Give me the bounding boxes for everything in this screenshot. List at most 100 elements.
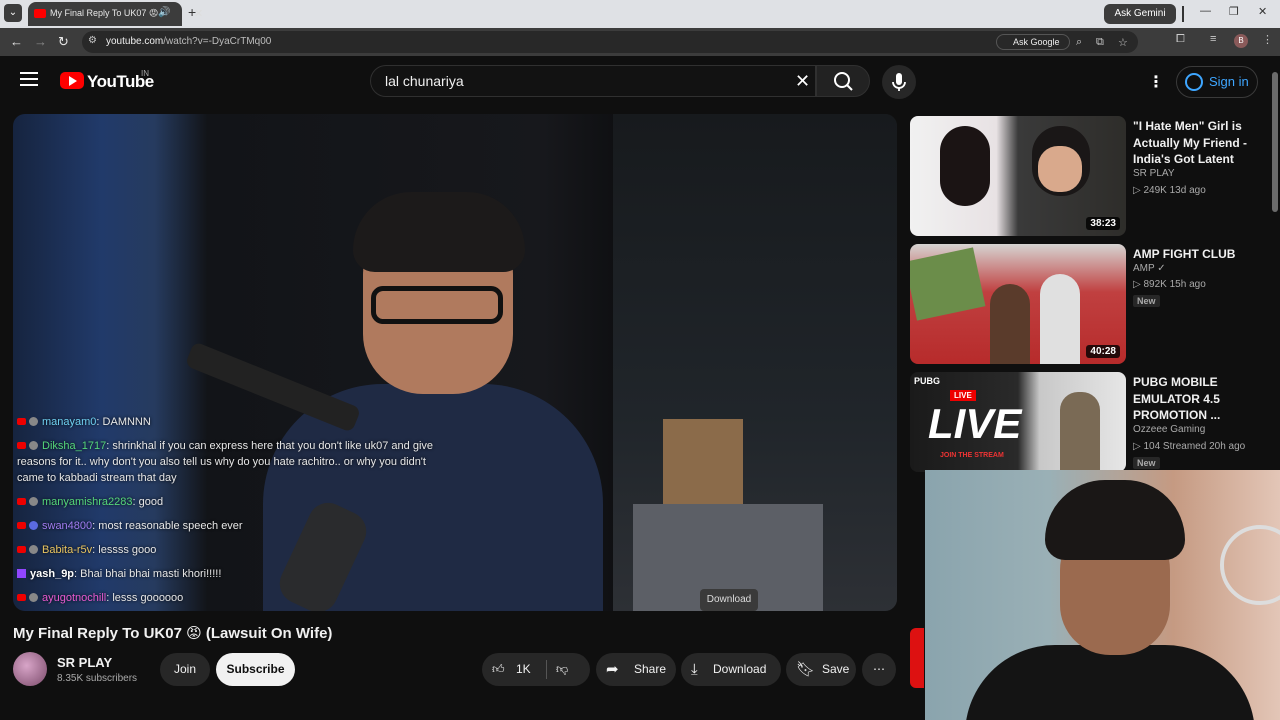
recommendation-thumbnail[interactable]: PUBG LIVE LIVE JOIN THE STREAM xyxy=(910,372,1126,472)
join-button[interactable]: Join xyxy=(160,653,210,686)
bookmark-icon: 🔖︎ xyxy=(796,661,816,678)
youtube-icon xyxy=(17,418,26,425)
youtube-icon xyxy=(17,442,26,449)
new-tab-icon[interactable]: + xyxy=(188,4,196,20)
chat-username: manyamishra2283 xyxy=(42,496,133,508)
new-badge: New xyxy=(1133,295,1160,307)
recommendation-channel[interactable]: SR PLAY xyxy=(1133,168,1175,179)
ask-google-button[interactable]: Ask Google xyxy=(996,34,1070,50)
like-count[interactable]: 1K xyxy=(516,653,531,686)
recommendation-channel[interactable]: Ozzeee Gaming xyxy=(1133,424,1205,435)
browser-tab-bar: ⌄ My Final Reply To UK07 😡 🔊 ✕ + Ask Gem… xyxy=(0,0,1280,28)
url-field[interactable]: ⚙ youtube.com/watch?v=-DyaCrTMq00 Ask Go… xyxy=(82,31,1138,53)
recommendation-thumbnail[interactable]: 40:28 xyxy=(910,244,1126,364)
search-box: ✕ xyxy=(370,65,816,97)
chat-username: manayam0 xyxy=(42,416,97,428)
recommendation-title[interactable]: "I Hate Men" Girl is Actually My Friend … xyxy=(1133,118,1258,168)
subscriber-count: 8.35K subscribers xyxy=(57,673,138,684)
save-button[interactable]: 🔖︎ Save xyxy=(786,653,856,686)
recommendation-thumbnail[interactable]: 38:23 xyxy=(910,116,1126,236)
avatar xyxy=(29,545,38,554)
search-button[interactable] xyxy=(816,65,870,97)
recommendation-meta: ▷ 249K 13d ago xyxy=(1133,185,1206,196)
channel-avatar[interactable] xyxy=(13,652,47,686)
youtube-icon xyxy=(17,522,26,529)
search-icon xyxy=(834,72,853,91)
chat-text: Bhai bhai bhai masti khori!!!!! xyxy=(80,568,222,580)
extensions-icon[interactable]: ⧠ xyxy=(1176,33,1185,46)
forward-icon[interactable]: → xyxy=(34,34,47,49)
clear-search-icon[interactable]: ✕ xyxy=(795,71,810,92)
site-info-icon[interactable]: ⚙ xyxy=(88,35,102,49)
window-close-icon[interactable]: ✕ xyxy=(1258,5,1267,18)
chat-text: lessss gooo xyxy=(98,544,157,556)
account-icon xyxy=(1185,73,1203,91)
recommendation-item[interactable]: 38:23 "I Hate Men" Girl is Actually My F… xyxy=(910,116,1270,238)
recommendation-meta: ▷ 892K 15h ago xyxy=(1133,279,1206,290)
browser-menu-icon[interactable]: ⋮ xyxy=(1262,33,1273,46)
video-player[interactable]: manayam0: DAMNNN Diksha_1717: shrinkhal … xyxy=(13,114,897,611)
divider xyxy=(546,660,547,679)
sign-in-button[interactable]: Sign in xyxy=(1176,66,1258,98)
video-title: My Final Reply To UK07 😡 (Lawsuit On Wif… xyxy=(13,625,333,642)
new-badge: New xyxy=(1133,457,1160,469)
ask-gemini-button[interactable]: Ask Gemini xyxy=(1104,4,1176,24)
avatar xyxy=(29,417,38,426)
chat-message: yash_9p: Bhai bhai bhai masti khori!!!!! xyxy=(17,566,447,582)
back-icon[interactable]: ← xyxy=(10,34,23,49)
chat-message: manyamishra2283: good xyxy=(17,494,447,510)
search-input[interactable] xyxy=(385,73,765,89)
sign-in-label: Sign in xyxy=(1209,74,1249,89)
like-dislike-group: 👍︎ 1K 👎︎ xyxy=(482,653,590,686)
tab-search-icon[interactable]: ⌄ xyxy=(4,4,22,22)
avatar xyxy=(29,497,38,506)
fan-object xyxy=(1220,525,1280,605)
channel-name[interactable]: SR PLAY xyxy=(57,655,112,670)
join-stream-text: JOIN THE STREAM xyxy=(940,452,1004,459)
voice-search-button[interactable] xyxy=(882,65,916,99)
recommendation-item[interactable]: 40:28 AMP FIGHT CLUB AMP ✓ ▷ 892K 15h ag… xyxy=(910,244,1270,366)
share-label: Share xyxy=(634,662,667,676)
speaker-icon[interactable]: 🔊 xyxy=(158,7,170,18)
chat-text: good xyxy=(138,496,164,508)
youtube-logo-icon[interactable] xyxy=(60,72,84,89)
avatar xyxy=(29,593,38,602)
recommendation-meta: ▷ 104 Streamed 20h ago xyxy=(1133,441,1246,452)
maximize-icon[interactable]: ❐ xyxy=(1229,5,1239,18)
hamburger-menu-icon[interactable] xyxy=(20,72,38,86)
recommendation-thumbnail-partial[interactable] xyxy=(910,628,924,688)
scrollbar-thumb[interactable] xyxy=(1272,72,1278,212)
bookmark-star-icon[interactable]: ☆ xyxy=(1118,36,1128,49)
reading-list-icon[interactable]: ≡ xyxy=(1210,33,1216,45)
minimize-icon[interactable]: — xyxy=(1200,5,1211,17)
chat-message: Babita-r5v: lessss gooo xyxy=(17,542,447,558)
install-app-icon[interactable]: ⧉ xyxy=(1096,36,1104,49)
zoom-icon[interactable]: ⌕ xyxy=(1076,36,1082,49)
recommendation-title[interactable]: AMP FIGHT CLUB xyxy=(1133,246,1258,263)
browser-address-bar: ← → ↻ ⚙ youtube.com/watch?v=-DyaCrTMq00 … xyxy=(0,28,1280,56)
webcam-overlay xyxy=(925,470,1280,720)
download-button[interactable]: ⤓ Download xyxy=(681,653,781,686)
live-chat-overlay: manayam0: DAMNNN Diksha_1717: shrinkhal … xyxy=(17,414,447,611)
recommendation-channel[interactable]: AMP ✓ xyxy=(1133,263,1166,274)
reload-icon[interactable]: ↻ xyxy=(58,34,69,50)
settings-menu-icon[interactable]: ⋮ xyxy=(1148,72,1164,92)
like-icon[interactable]: 👍︎ xyxy=(492,653,505,686)
more-actions-button[interactable]: ⋯ xyxy=(862,653,896,686)
share-button[interactable]: ➦ Share xyxy=(596,653,676,686)
dislike-icon[interactable]: 👎︎ xyxy=(556,653,568,686)
youtube-icon xyxy=(17,546,26,553)
live-badge: LIVE xyxy=(950,390,976,401)
youtube-icon xyxy=(17,594,26,601)
tab-title: My Final Reply To UK07 😡 xyxy=(50,8,159,18)
share-icon: ➦ xyxy=(606,661,619,678)
avatar xyxy=(29,441,38,450)
country-code: IN xyxy=(141,69,149,78)
subscribe-button[interactable]: Subscribe xyxy=(216,653,295,686)
chat-username: ayugotnochill xyxy=(42,592,107,604)
chat-message: swan4800: most reasonable speech ever xyxy=(17,518,447,534)
chat-message: manayam0: DAMNNN xyxy=(17,414,447,430)
recommendation-title[interactable]: PUBG MOBILE EMULATOR 4.5 PROMOTION ... xyxy=(1133,374,1258,424)
browser-tab-active[interactable]: My Final Reply To UK07 😡 🔊 ✕ xyxy=(28,2,203,26)
profile-avatar[interactable]: B xyxy=(1234,34,1248,48)
